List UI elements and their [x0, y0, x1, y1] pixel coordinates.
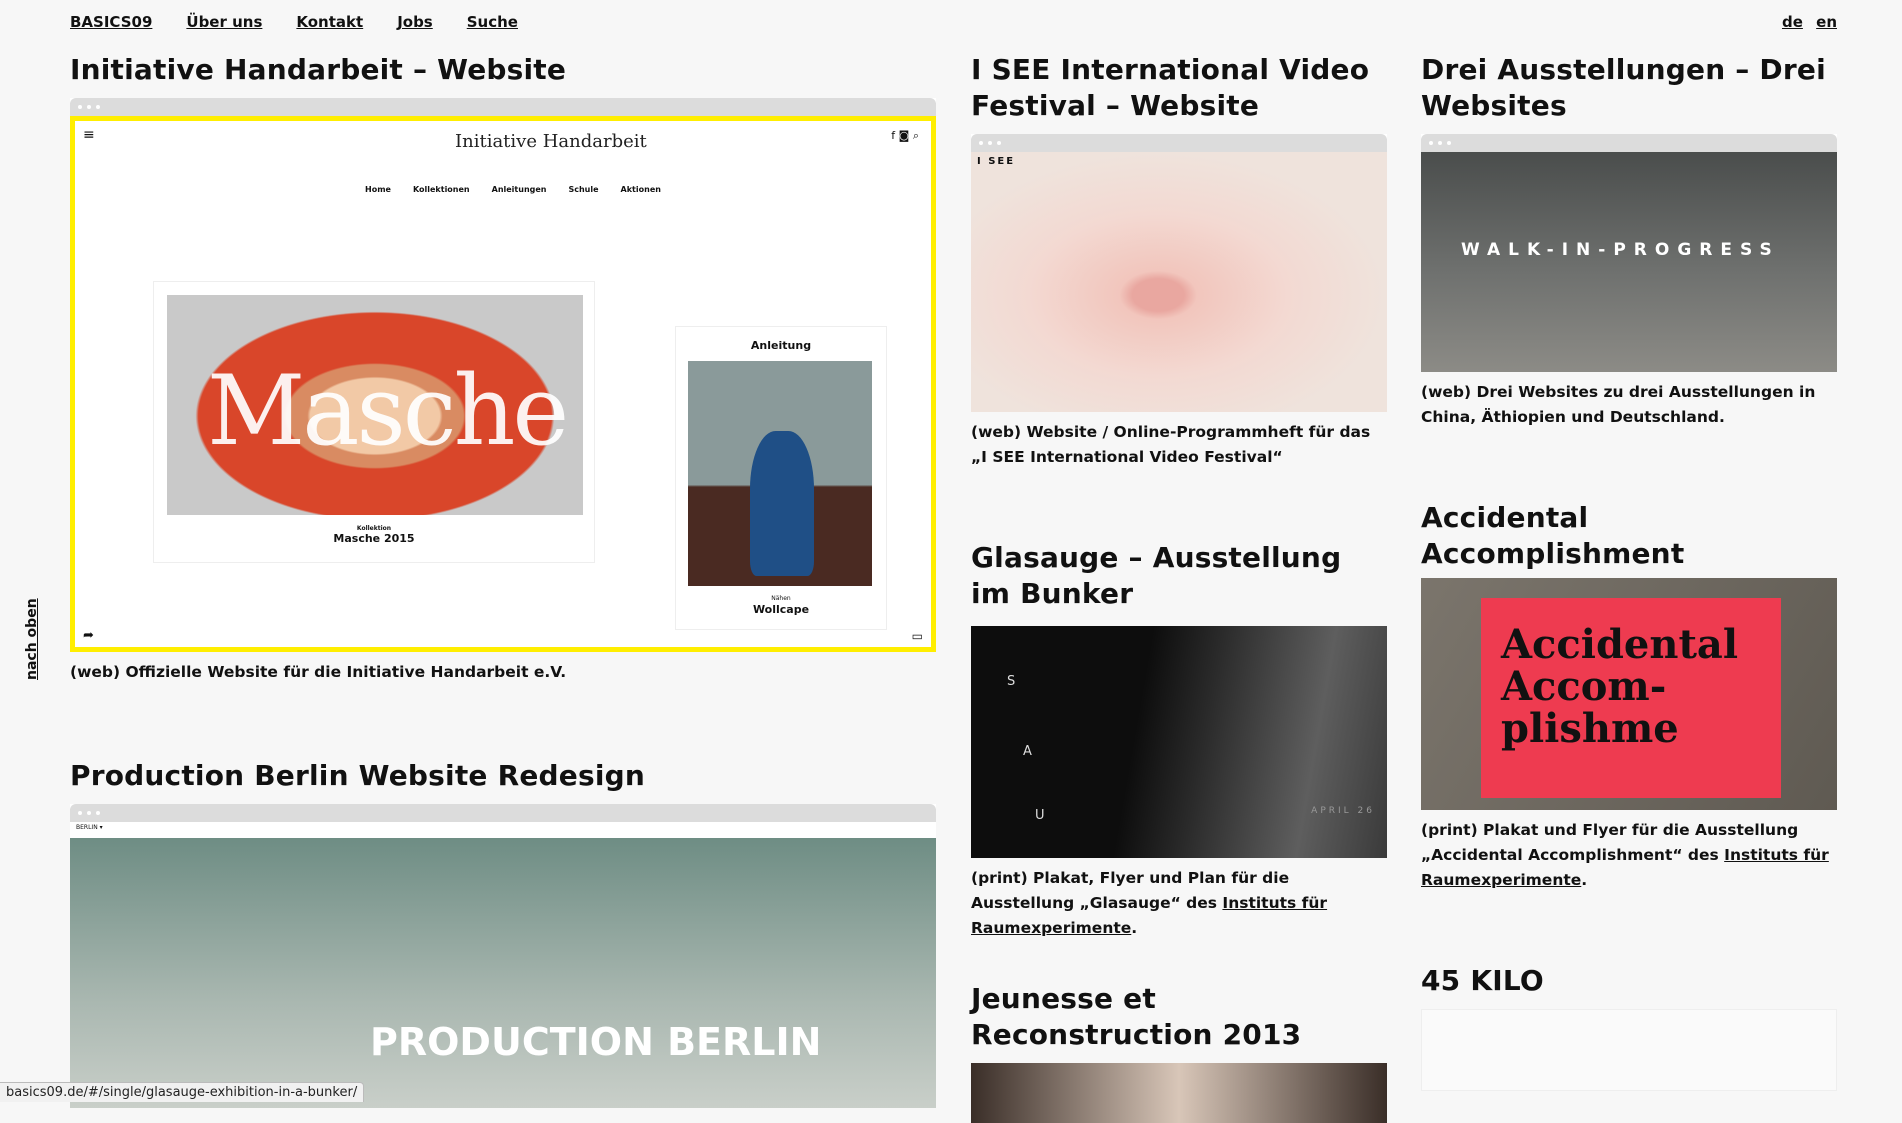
project-description: (print) Plakat, Flyer und Plan für die A…: [971, 866, 1387, 941]
poster-date: APRIL 26: [1311, 806, 1375, 816]
browser-preview[interactable]: BERLIN ▾ PRODUCTION BERLIN: [70, 804, 936, 1108]
social-icons: f ◙ ⌕: [891, 129, 919, 142]
poster-text: Accidental Accom- plishme: [1501, 621, 1739, 752]
menu-item: Kollektionen: [412, 185, 470, 194]
accidental-poster[interactable]: Accidental Accom- plishme: [1421, 578, 1837, 810]
share-icon: ➦: [83, 628, 94, 643]
handarbeit-screenshot[interactable]: ≡ f ◙ ⌕ Initiative Handarbeit Home Kolle…: [70, 116, 936, 652]
masche-teaser: Masche Kollektion Masche 2015: [153, 281, 595, 563]
language-switch: de en: [1774, 13, 1837, 31]
browser-chrome: [971, 134, 1387, 152]
nav-about-link[interactable]: Über uns: [186, 13, 262, 31]
masche-caption: Kollektion Masche 2015: [154, 525, 594, 545]
masche-kicker: Kollektion: [356, 525, 392, 532]
project-title[interactable]: I SEE International Video Festival – Web…: [971, 52, 1387, 124]
back-to-top-link[interactable]: nach oben: [24, 598, 40, 680]
project-drei-ausstellungen[interactable]: Drei Ausstellungen – Drei Websites WALK-…: [1421, 52, 1837, 430]
menu-item: Aktionen: [620, 185, 661, 194]
anleitung-caption: Wollcape: [752, 603, 810, 616]
project-title[interactable]: 45 KILO: [1421, 963, 1837, 999]
poster-letter: U: [1035, 808, 1045, 823]
browser-preview[interactable]: I SEE: [971, 134, 1387, 412]
poster-letter: A: [1023, 744, 1032, 759]
browser-chrome: [70, 804, 936, 822]
menu-item: Home: [365, 185, 391, 194]
top-navigation: BASICS09 Über uns Kontakt Jobs Suche: [70, 13, 552, 31]
menu-icon: ≡: [83, 127, 95, 143]
project-45-kilo[interactable]: 45 KILO: [1421, 963, 1837, 1091]
comment-icon: ▭: [911, 629, 923, 643]
description-suffix: .: [1131, 919, 1138, 937]
project-title[interactable]: Production Berlin Website Redesign: [70, 758, 936, 794]
cape-figure: [750, 431, 814, 576]
image-preview[interactable]: [1421, 1009, 1837, 1091]
browser-preview[interactable]: ≡ f ◙ ⌕ Initiative Handarbeit Home Kolle…: [70, 98, 936, 652]
project-glasauge[interactable]: Glasauge – Ausstellung im Bunker S A U A…: [971, 540, 1387, 941]
project-accidental[interactable]: Accidental Accomplishment Accidental Acc…: [1421, 500, 1837, 893]
masche-word: Masche: [207, 355, 569, 467]
project-description: (web) Drei Websites zu drei Ausstellunge…: [1421, 383, 1816, 426]
project-description: (print) Plakat und Flyer für die Ausstel…: [1421, 818, 1837, 893]
jeunesse-image[interactable]: [971, 1063, 1387, 1123]
lang-en-link[interactable]: en: [1816, 13, 1837, 31]
project-title[interactable]: Jeunesse et Reconstruction 2013: [971, 981, 1387, 1053]
production-logo: BERLIN ▾: [76, 824, 103, 831]
project-title[interactable]: Drei Ausstellungen – Drei Websites: [1421, 52, 1837, 124]
nav-contact-link[interactable]: Kontakt: [296, 13, 363, 31]
walk-in-progress-text: WALK-IN-PROGRESS: [1461, 240, 1780, 260]
image-preview[interactable]: [971, 1063, 1387, 1123]
production-screenshot[interactable]: PRODUCTION BERLIN: [70, 838, 936, 1108]
browser-chrome: [70, 98, 936, 116]
project-title[interactable]: Glasauge – Ausstellung im Bunker: [971, 540, 1387, 612]
anleitung-image: [688, 361, 872, 586]
isee-logo: I SEE: [977, 156, 1016, 167]
masche-image: Masche: [167, 295, 583, 515]
project-title[interactable]: Accidental Accomplishment: [1421, 500, 1684, 572]
status-bar-url: basics09.de/#/single/glasauge-exhibition…: [0, 1082, 365, 1102]
project-description: (web) Offizielle Website für die Initiat…: [70, 663, 567, 681]
production-word: PRODUCTION BERLIN: [370, 1020, 822, 1064]
project-production-berlin[interactable]: Production Berlin Website Redesign BERLI…: [70, 758, 936, 1108]
project-description: (web) Website / Online-Programmheft für …: [971, 423, 1371, 466]
isee-screenshot[interactable]: I SEE: [971, 152, 1387, 412]
nav-home-link[interactable]: BASICS09: [70, 13, 152, 31]
description-suffix: .: [1581, 871, 1588, 889]
poster-letter: S: [1007, 674, 1016, 689]
handarbeit-logo: Initiative Handarbeit: [455, 131, 647, 152]
menu-item: Schule: [568, 185, 599, 194]
image-preview[interactable]: S A U APRIL 26: [971, 626, 1387, 858]
masche-caption-text: Masche 2015: [333, 532, 415, 545]
nav-jobs-link[interactable]: Jobs: [397, 13, 433, 31]
browser-preview[interactable]: WALK-IN-PROGRESS: [1421, 134, 1837, 372]
glasauge-poster[interactable]: S A U APRIL 26: [971, 626, 1387, 858]
handarbeit-menu: Home Kollektionen Anleitungen Schule Akt…: [365, 185, 661, 194]
browser-chrome: [1421, 134, 1837, 152]
anleitung-kicker: Nähen: [771, 595, 791, 602]
image-preview[interactable]: Accidental Accom- plishme: [1421, 578, 1837, 810]
kilo-image[interactable]: [1421, 1009, 1837, 1091]
nav-search-link[interactable]: Suche: [467, 13, 518, 31]
menu-item: Anleitungen: [491, 185, 547, 194]
anleitung-title: Anleitung: [750, 339, 812, 352]
drei-screenshot[interactable]: WALK-IN-PROGRESS: [1421, 152, 1837, 372]
project-isee[interactable]: I SEE International Video Festival – Web…: [971, 52, 1387, 470]
project-title[interactable]: Initiative Handarbeit – Website: [70, 52, 936, 88]
anleitung-teaser: Anleitung Nähen Wollcape: [675, 326, 887, 630]
lang-de-link[interactable]: de: [1782, 13, 1803, 31]
project-handarbeit[interactable]: Initiative Handarbeit – Website ≡ f ◙ ⌕ …: [70, 52, 936, 685]
